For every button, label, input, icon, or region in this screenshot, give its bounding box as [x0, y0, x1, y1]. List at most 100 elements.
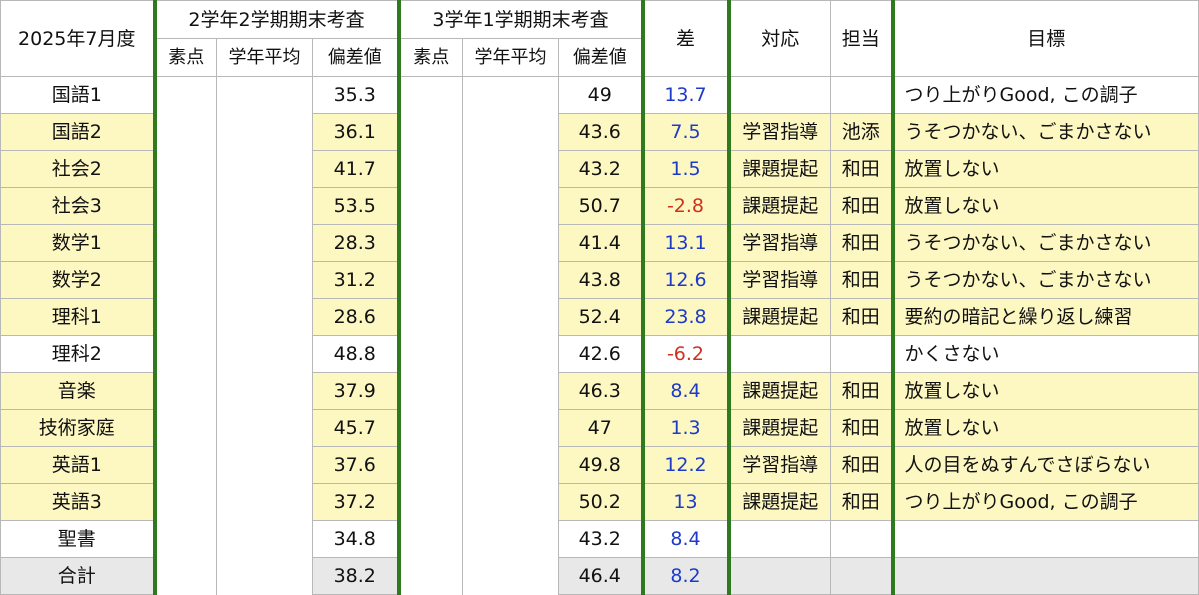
table-row: 社会3 53.5 50.7 -2.8 課題提起 和田 放置しない — [0, 187, 1199, 225]
goal-cell: つり上がりGood, この調子 — [892, 76, 1199, 114]
term-b-score-cell — [396, 224, 463, 262]
term-b-score-cell — [396, 557, 463, 595]
diff-cell: 8.4 — [642, 520, 731, 558]
term-a-dev-cell: 28.6 — [312, 298, 399, 336]
owner-cell: 和田 — [830, 298, 895, 336]
table-row: 国語1 35.3 49 13.7 つり上がりGood, この調子 — [0, 76, 1199, 114]
term-a-dev-cell: 28.3 — [312, 224, 399, 262]
term-a-avg-cell — [216, 557, 313, 595]
term-a-score-cell — [152, 446, 217, 484]
term-b-score-cell — [396, 187, 463, 225]
term-a-avg-cell — [216, 113, 313, 151]
term-a-dev-cell: 31.2 — [312, 261, 399, 299]
table-row: 音楽 37.9 46.3 8.4 課題提起 和田 放置しない — [0, 372, 1199, 410]
term-b-score-cell — [396, 520, 463, 558]
owner-cell — [830, 335, 895, 373]
term-a-score-header: 素点 — [152, 38, 217, 77]
term-a-avg-cell — [216, 150, 313, 188]
subject-cell: 英語1 — [0, 446, 155, 484]
goal-cell: 放置しない — [892, 187, 1199, 225]
term-b-avg-cell — [462, 76, 559, 114]
term-a-dev-cell: 38.2 — [312, 557, 399, 595]
term-a-score-cell — [152, 150, 217, 188]
diff-cell: 23.8 — [642, 298, 731, 336]
diff-cell: 13 — [642, 483, 731, 521]
term-a-score-cell — [152, 335, 217, 373]
table-row: 英語3 37.2 50.2 13 課題提起 和田 つり上がりGood, この調子 — [0, 483, 1199, 521]
owner-cell: 和田 — [830, 150, 895, 188]
term-a-score-cell — [152, 298, 217, 336]
owner-cell — [830, 557, 895, 595]
diff-cell: 12.6 — [642, 261, 731, 299]
term-b-dev-cell: 52.4 — [558, 298, 645, 336]
subject-cell: 数学1 — [0, 224, 155, 262]
owner-cell: 和田 — [830, 187, 895, 225]
table-row: 理科1 28.6 52.4 23.8 課題提起 和田 要約の暗記と繰り返し練習 — [0, 298, 1199, 336]
term-a-avg-header: 学年平均 — [216, 38, 313, 77]
goal-cell: 放置しない — [892, 372, 1199, 410]
term-a-score-cell — [152, 483, 217, 521]
action-cell: 課題提起 — [728, 372, 831, 410]
subject-cell: 社会3 — [0, 187, 155, 225]
diff-cell: 7.5 — [642, 113, 731, 151]
table-row: 聖書 34.8 43.2 8.4 — [0, 520, 1199, 558]
term-b-score-cell — [396, 483, 463, 521]
term-a-avg-cell — [216, 372, 313, 410]
owner-cell: 和田 — [830, 446, 895, 484]
term-b-score-cell — [396, 76, 463, 114]
subject-cell: 聖書 — [0, 520, 155, 558]
action-cell: 学習指導 — [728, 113, 831, 151]
goal-cell: 放置しない — [892, 150, 1199, 188]
term-b-score-cell — [396, 261, 463, 299]
term-a-dev-cell: 37.6 — [312, 446, 399, 484]
term-b-dev-cell: 46.3 — [558, 372, 645, 410]
subject-cell: 技術家庭 — [0, 409, 155, 447]
action-cell: 学習指導 — [728, 224, 831, 262]
term-b-dev-cell: 47 — [558, 409, 645, 447]
term-a-dev-cell: 36.1 — [312, 113, 399, 151]
term-a-avg-cell — [216, 520, 313, 558]
subject-cell: 理科2 — [0, 335, 155, 373]
table-body: 国語1 35.3 49 13.7 つり上がりGood, この調子 国語2 36.1 43.6 7… — [0, 76, 1199, 595]
term-a-score-cell — [152, 520, 217, 558]
owner-cell: 和田 — [830, 409, 895, 447]
term-b-dev-cell: 43.6 — [558, 113, 645, 151]
term-b-avg-cell — [462, 261, 559, 299]
action-cell — [728, 76, 831, 114]
term-a-dev-cell: 35.3 — [312, 76, 399, 114]
owner-cell — [830, 520, 895, 558]
subject-cell: 理科1 — [0, 298, 155, 336]
term-b-avg-cell — [462, 557, 559, 595]
owner-cell — [830, 76, 895, 114]
term-a-score-cell — [152, 224, 217, 262]
subject-cell: 合計 — [0, 557, 155, 595]
term-a-dev-cell: 48.8 — [312, 335, 399, 373]
table-row: 理科2 48.8 42.6 -6.2 かくさない — [0, 335, 1199, 373]
term-a-dev-cell: 37.9 — [312, 372, 399, 410]
term-b-dev-cell: 46.4 — [558, 557, 645, 595]
term-a-score-cell — [152, 409, 217, 447]
term-b-avg-cell — [462, 335, 559, 373]
owner-cell: 和田 — [830, 483, 895, 521]
action-cell: 学習指導 — [728, 261, 831, 299]
term-a-dev-cell: 45.7 — [312, 409, 399, 447]
term-b-avg-cell — [462, 483, 559, 521]
term-b-score-cell — [396, 113, 463, 151]
table-row: 国語2 36.1 43.6 7.5 学習指導 池添 うそつかない、ごまかさない — [0, 113, 1199, 151]
subject-cell: 国語2 — [0, 113, 155, 151]
action-cell: 課題提起 — [728, 187, 831, 225]
table-row: 数学2 31.2 43.8 12.6 学習指導 和田 うそつかない、ごまかさない — [0, 261, 1199, 299]
date-header: 2025年7月度 — [0, 0, 155, 77]
term-b-avg-cell — [462, 446, 559, 484]
term-a-score-cell — [152, 76, 217, 114]
action-cell: 課題提起 — [728, 483, 831, 521]
term-b-avg-cell — [462, 150, 559, 188]
goal-cell: うそつかない、ごまかさない — [892, 261, 1199, 299]
action-cell — [728, 520, 831, 558]
goal-cell — [892, 557, 1199, 595]
term-b-dev-cell: 49.8 — [558, 446, 645, 484]
term-a-avg-cell — [216, 298, 313, 336]
term-b-avg-cell — [462, 113, 559, 151]
term-b-dev-cell: 43.8 — [558, 261, 645, 299]
term-a-avg-cell — [216, 224, 313, 262]
